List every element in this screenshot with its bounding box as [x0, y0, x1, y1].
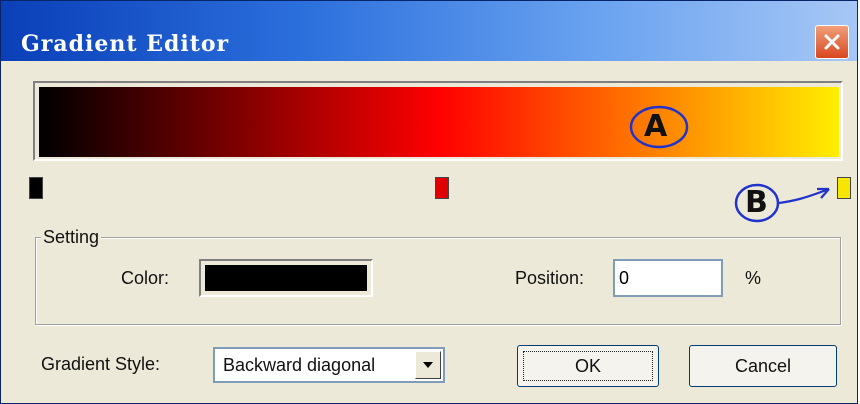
dropdown-button[interactable] [415, 351, 441, 379]
annotation-a-label: A [644, 109, 668, 144]
gradient-style-value: Backward diagonal [223, 355, 376, 375]
annotation-a: A [629, 105, 689, 149]
ok-button[interactable]: OK [517, 345, 659, 387]
title-bar[interactable]: Gradient Editor [1, 1, 857, 61]
annotation-b: B [733, 181, 833, 225]
focus-ring [523, 351, 653, 381]
position-input[interactable] [613, 259, 723, 297]
chevron-down-icon [423, 362, 433, 368]
window-title: Gradient Editor [21, 31, 230, 57]
arrow-icon [778, 187, 830, 205]
cancel-button[interactable]: Cancel [689, 345, 837, 387]
position-label: Position: [515, 268, 585, 288]
color-stop-black[interactable] [29, 177, 43, 199]
color-swatch-fill [205, 265, 367, 291]
gradient-preview[interactable] [33, 81, 843, 161]
color-swatch-button[interactable] [199, 259, 373, 297]
gradient-style-select[interactable]: Backward diagonal [213, 347, 445, 383]
gradient-editor-dialog: Gradient Editor A B Setting Color: Posit… [0, 0, 858, 404]
color-stop-yellow[interactable] [837, 177, 851, 199]
gradient-style-label: Gradient Style: [41, 354, 161, 374]
setting-group-label: Setting [41, 227, 102, 248]
percent-label: % [745, 268, 762, 288]
close-button[interactable] [815, 25, 849, 59]
color-label: Color: [121, 268, 170, 288]
gradient-fill [39, 87, 839, 157]
cancel-label: Cancel [734, 355, 792, 376]
annotation-b-label: B [745, 185, 768, 220]
color-stop-red[interactable] [435, 177, 449, 199]
close-icon [824, 34, 840, 50]
